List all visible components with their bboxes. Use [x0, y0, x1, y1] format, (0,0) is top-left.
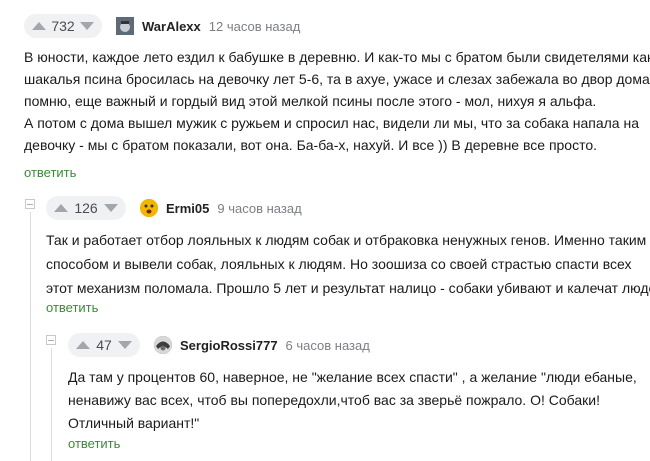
user-nick[interactable]: Ermi05	[166, 201, 209, 216]
collapse-toggle-2[interactable]	[46, 335, 56, 345]
comment-line: этот механизм поломала. Прошло 5 лет и р…	[46, 280, 650, 296]
downvote-icon[interactable]	[103, 204, 118, 212]
comment-header: 47 SergioRossi777 6 часов назад	[68, 333, 370, 357]
collapse-toggle-1[interactable]	[25, 199, 35, 209]
thread-line-2	[51, 348, 52, 461]
comment-2: 126 Ermi05 9 часов назад	[46, 196, 302, 220]
rating-count: 126	[74, 200, 98, 216]
comment-1: 732 WarAlexx 12 часов назад	[24, 14, 300, 38]
vote-widget: 47	[68, 333, 140, 357]
vote-widget: 732	[24, 14, 102, 38]
vote-widget: 126	[46, 196, 126, 220]
rating-count: 47	[96, 337, 112, 353]
thread-line-1	[30, 212, 31, 461]
reply-button[interactable]: ответить	[46, 300, 98, 315]
comment-line: А потом с дома вышел мужик с ружьем и сп…	[24, 115, 639, 131]
upvote-icon[interactable]	[76, 341, 90, 349]
comment-time[interactable]: 9 часов назад	[217, 201, 301, 216]
comment-line: способом и вывели собак, лояльных к людя…	[46, 256, 632, 272]
reply-button[interactable]: ответить	[24, 165, 76, 180]
comment-time[interactable]: 12 часов назад	[209, 19, 301, 34]
comment-line: шакалья псина бросилась на девочку лет 5…	[24, 71, 650, 87]
comment-line: Да там у процентов 60, наверное, не "жел…	[68, 369, 637, 385]
comment-line: Так и работает отбор лояльных к людям со…	[46, 232, 647, 248]
comment-line: В юности, каждое лето ездил к бабушке в …	[24, 49, 650, 65]
comment-header: 732 WarAlexx 12 часов назад	[24, 14, 300, 38]
comment-line: девочку - мы с братом показали, вот она.…	[24, 137, 598, 153]
reply-button[interactable]: ответить	[68, 436, 120, 451]
upvote-icon[interactable]	[32, 22, 46, 30]
comment-text: Да там у процентов 60, наверное, не "жел…	[68, 366, 637, 435]
comment-line: помню, еще важный и гордый вид этой мелк…	[24, 93, 597, 109]
comment-text: В юности, каждое лето ездил к бабушке в …	[24, 46, 650, 156]
avatar[interactable]	[116, 17, 134, 35]
comment-header: 126 Ermi05 9 часов назад	[46, 196, 302, 220]
user-nick[interactable]: WarAlexx	[142, 19, 201, 34]
comment-line: ненавижу вас всех, чтоб вы попередохли,ч…	[68, 392, 600, 408]
rating-count: 732	[51, 18, 75, 34]
downvote-icon[interactable]	[117, 341, 132, 349]
comment-text: Так и работает отбор лояльных к людям со…	[46, 228, 650, 300]
upvote-icon[interactable]	[54, 204, 68, 212]
avatar[interactable]	[140, 199, 158, 217]
comment-3: 47 SergioRossi777 6 часов назад	[68, 333, 370, 357]
comment-line: Отличный вариант!"	[68, 415, 200, 431]
avatar[interactable]	[154, 336, 172, 354]
comment-time[interactable]: 6 часов назад	[286, 338, 370, 353]
user-nick[interactable]: SergioRossi777	[180, 338, 278, 353]
downvote-icon[interactable]	[79, 22, 94, 30]
